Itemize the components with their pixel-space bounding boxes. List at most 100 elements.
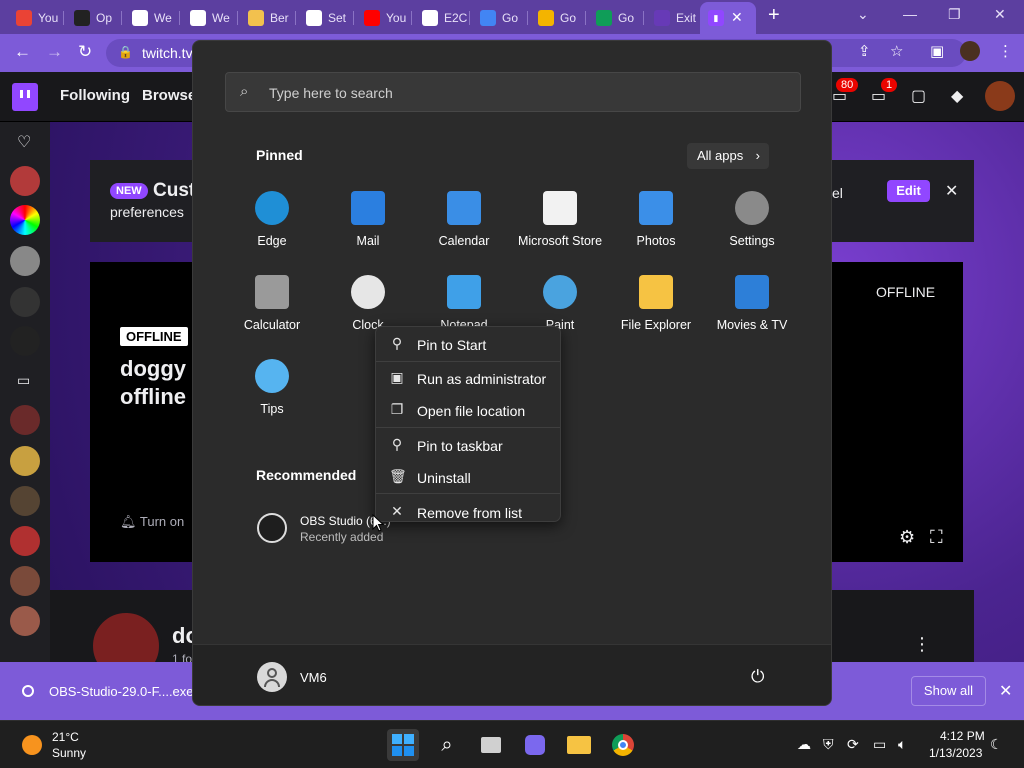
lock-icon[interactable]: 🔒 bbox=[118, 45, 133, 59]
channel-avatar[interactable] bbox=[10, 405, 40, 435]
close-tab-icon[interactable]: ✕ bbox=[731, 9, 743, 26]
channel-avatar[interactable] bbox=[10, 166, 40, 196]
bookmark-star-icon[interactable]: ☆ bbox=[890, 42, 903, 60]
tab-search-icon[interactable]: ⌄ bbox=[857, 6, 869, 23]
notification-toggle[interactable]: 🔔︎ Turn on bbox=[120, 514, 184, 530]
chevron-right-icon: › bbox=[755, 148, 760, 163]
taskbar-search-button[interactable]: ⌕ bbox=[431, 729, 463, 761]
context-menu-item-uninstall[interactable]: 🗑 Uninstall bbox=[376, 463, 560, 491]
browser-tab[interactable]: Go bbox=[588, 4, 644, 32]
window-close-icon[interactable]: ✕ bbox=[994, 6, 1006, 23]
twitch-logo-icon[interactable] bbox=[12, 83, 38, 111]
nav-following[interactable]: Following bbox=[60, 87, 130, 104]
channel-avatar[interactable] bbox=[10, 526, 40, 556]
browser-tab[interactable]: Go bbox=[530, 4, 586, 32]
channel-avatar[interactable] bbox=[10, 566, 40, 596]
back-icon[interactable]: ← bbox=[14, 42, 31, 62]
browser-tab[interactable]: Ber bbox=[240, 4, 296, 32]
power-icon[interactable]: ⏻ bbox=[751, 667, 764, 687]
pinned-app-tips[interactable]: Tips bbox=[224, 359, 320, 416]
chat-button[interactable] bbox=[519, 729, 551, 761]
user-name[interactable]: VM6 bbox=[300, 670, 327, 685]
nav-browse[interactable]: Browse bbox=[142, 87, 196, 104]
pinned-app-movies-tv[interactable]: Movies & TV bbox=[704, 275, 800, 332]
browser-tab[interactable]: E2C bbox=[414, 4, 470, 32]
browser-tab[interactable]: You bbox=[8, 4, 64, 32]
sync-icon[interactable]: ⟳ bbox=[847, 736, 859, 753]
sun-icon[interactable] bbox=[22, 735, 42, 755]
context-menu-item-remove-from-list[interactable]: ✕ Remove from list bbox=[376, 498, 560, 526]
whispers-icon[interactable]: ▢ bbox=[911, 86, 926, 106]
weather-condition[interactable]: Sunny bbox=[52, 746, 86, 760]
search-placeholder[interactable]: Type here to search bbox=[269, 85, 393, 101]
browser-tab[interactable]: Op bbox=[66, 4, 122, 32]
pinned-app-calculator[interactable]: Calculator bbox=[224, 275, 320, 332]
reload-icon[interactable]: ↻ bbox=[78, 42, 92, 62]
pinned-app-clock[interactable]: Clock bbox=[320, 275, 416, 332]
browser-tab[interactable]: We bbox=[124, 4, 180, 32]
user-avatar[interactable] bbox=[985, 81, 1015, 111]
start-button[interactable] bbox=[387, 729, 419, 761]
channel-avatar[interactable] bbox=[10, 287, 40, 317]
browser-tab[interactable]: We bbox=[182, 4, 238, 32]
browser-tab[interactable]: Go bbox=[472, 4, 528, 32]
profile-avatar[interactable] bbox=[960, 41, 980, 61]
context-menu-item-pin-to-start[interactable]: ⚲ Pin to Start bbox=[376, 330, 560, 358]
pinned-app-paint[interactable]: Paint bbox=[512, 275, 608, 332]
following-heart-icon[interactable]: ♡ bbox=[17, 132, 31, 152]
channel-avatar[interactable] bbox=[10, 446, 40, 476]
pinned-app-edge[interactable]: Edge bbox=[224, 191, 320, 248]
fullscreen-icon[interactable]: ⛶ bbox=[930, 527, 943, 548]
weather-temperature[interactable]: 21°C bbox=[52, 730, 79, 744]
more-options-icon[interactable]: ⋮ bbox=[913, 634, 931, 655]
chrome-button[interactable] bbox=[607, 729, 639, 761]
url-text[interactable]: twitch.tv bbox=[142, 45, 193, 61]
edit-button[interactable]: Edit bbox=[887, 180, 930, 202]
channel-avatar[interactable] bbox=[10, 246, 40, 276]
network-off-icon[interactable]: ☁ bbox=[797, 736, 811, 753]
security-icon[interactable]: ⛨ bbox=[823, 736, 834, 753]
pinned-app-calendar[interactable]: Calendar bbox=[416, 191, 512, 248]
context-menu-item-open-file-location[interactable]: ❐ Open file location bbox=[376, 396, 560, 424]
share-icon[interactable]: ⇪ bbox=[858, 42, 871, 60]
forward-icon[interactable]: → bbox=[46, 42, 63, 62]
context-menu-item-run-as-administrator[interactable]: ▣ Run as administrator bbox=[376, 364, 560, 392]
all-apps-button[interactable]: All apps › bbox=[687, 143, 769, 169]
clock-time[interactable]: 4:12 PM bbox=[940, 729, 985, 743]
task-view-button[interactable] bbox=[475, 729, 507, 761]
pinned-app-microsoft-store[interactable]: Microsoft Store bbox=[512, 191, 608, 248]
browser-tab[interactable]: You bbox=[356, 4, 412, 32]
show-all-button[interactable]: Show all bbox=[911, 676, 986, 706]
volume-icon[interactable]: 🔈︎ bbox=[898, 736, 906, 753]
pinned-app-notepad[interactable]: Notepad bbox=[416, 275, 512, 332]
pinned-app-photos[interactable]: Photos bbox=[608, 191, 704, 248]
file-explorer-button[interactable] bbox=[563, 729, 595, 761]
channel-avatar[interactable] bbox=[10, 606, 40, 636]
pinned-app-mail[interactable]: Mail bbox=[320, 191, 416, 248]
channel-avatar[interactable] bbox=[10, 486, 40, 516]
side-panel-icon[interactable]: ▣ bbox=[930, 42, 944, 60]
channel-avatar[interactable] bbox=[10, 326, 40, 356]
tab-twitch[interactable]: ▮ bbox=[700, 2, 756, 34]
download-bar-close-icon[interactable]: ✕ bbox=[999, 681, 1012, 701]
browser-tab[interactable]: Set bbox=[298, 4, 354, 32]
video-camera-icon[interactable]: ▭ bbox=[17, 372, 30, 389]
clock-date[interactable]: 1/13/2023 bbox=[929, 746, 982, 760]
browser-menu-icon[interactable]: ⋮ bbox=[998, 42, 1013, 60]
browser-tab[interactable]: Exit bbox=[646, 4, 702, 32]
channel-avatar[interactable] bbox=[10, 205, 40, 235]
pinned-app-settings[interactable]: Settings bbox=[704, 191, 800, 248]
display-icon[interactable]: ▭ bbox=[873, 736, 886, 753]
user-avatar-icon[interactable] bbox=[257, 662, 287, 692]
bits-icon[interactable]: ◆ bbox=[951, 86, 963, 106]
new-tab-icon[interactable]: + bbox=[768, 4, 780, 27]
pinned-app-file-explorer[interactable]: File Explorer bbox=[608, 275, 704, 332]
banner-close-icon[interactable]: ✕ bbox=[945, 181, 958, 201]
restore-icon[interactable]: ❐ bbox=[948, 6, 961, 23]
download-file-name[interactable]: OBS-Studio-29.0-F....exe bbox=[49, 684, 194, 699]
start-search-box[interactable]: ⌕ Type here to search bbox=[225, 72, 801, 112]
minimize-icon[interactable]: — bbox=[903, 6, 917, 22]
context-menu-item-pin-to-taskbar[interactable]: ⚲ Pin to taskbar bbox=[376, 431, 560, 459]
focus-assist-icon[interactable]: ☾ bbox=[990, 736, 1003, 753]
player-settings-icon[interactable]: ⚙ bbox=[899, 527, 915, 548]
